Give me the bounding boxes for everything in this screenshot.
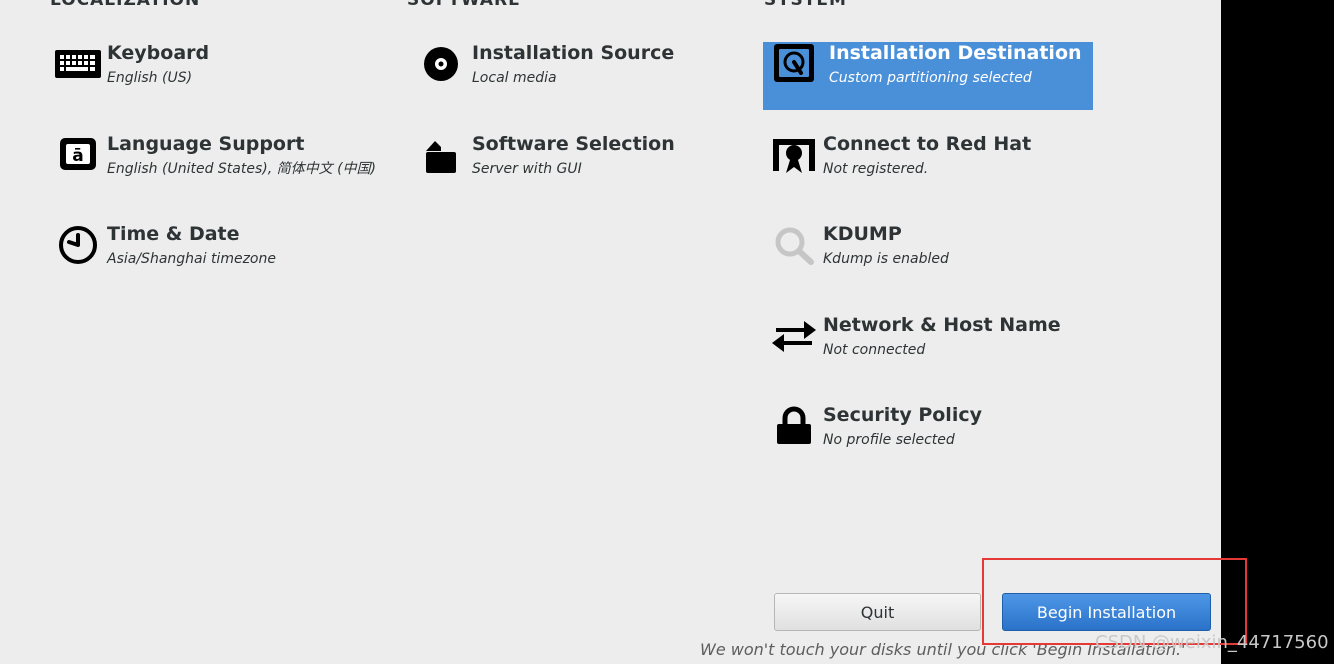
package-icon [418, 135, 468, 175]
spoke-title: Time & Date [107, 223, 240, 245]
spoke-title: Network & Host Name [823, 314, 1061, 336]
spoke-status: Local media [472, 70, 557, 86]
spoke-security-policy[interactable]: Security Policy No profile selected [769, 404, 1099, 472]
spoke-software-selection[interactable]: Software Selection Server with GUI [418, 133, 748, 201]
spoke-installation-destination[interactable]: Installation Destination Custom partitio… [774, 42, 1105, 110]
redhat-icon [769, 135, 819, 175]
spoke-status: English (United States), 简体中文 (中国) [107, 161, 377, 177]
spoke-status: Not registered. [823, 161, 929, 177]
spoke-network-host-name[interactable]: Network & Host Name Not connected [769, 314, 1099, 382]
spoke-title: Connect to Red Hat [823, 133, 1032, 155]
section-title-software: SOFTWARE [407, 0, 521, 10]
harddisk-icon [769, 44, 819, 84]
network-arrows-icon [769, 316, 819, 356]
spoke-installation-source[interactable]: Installation Source Local media [418, 42, 748, 110]
language-icon: ā [53, 135, 103, 175]
spoke-status: Kdump is enabled [823, 251, 949, 267]
svg-text:ā: ā [72, 146, 83, 166]
spoke-time-date[interactable]: Time & Date Asia/Shanghai timezone [53, 223, 383, 291]
spoke-keyboard[interactable]: Keyboard English (US) [53, 42, 383, 110]
keyboard-icon [53, 44, 103, 84]
spoke-status: No profile selected [823, 432, 955, 448]
section-title-system: SYSTEM [764, 0, 847, 10]
spoke-status: Custom partitioning selected [829, 70, 1032, 86]
section-title-localization: LOCALIZATION [50, 0, 201, 10]
spoke-connect-red-hat[interactable]: Connect to Red Hat Not registered. [769, 133, 1099, 201]
spoke-title: KDUMP [823, 223, 902, 245]
spoke-title: Installation Destination [829, 42, 1082, 64]
quit-button[interactable]: Quit [774, 593, 981, 631]
spoke-title: Software Selection [472, 133, 675, 155]
disc-icon [418, 44, 468, 84]
clock-icon [53, 225, 103, 265]
spoke-status: English (US) [107, 70, 193, 86]
spoke-status: Asia/Shanghai timezone [107, 251, 276, 267]
spoke-title: Language Support [107, 133, 305, 155]
spoke-title: Installation Source [472, 42, 675, 64]
spoke-title: Security Policy [823, 404, 982, 426]
spoke-title: Keyboard [107, 42, 210, 64]
spoke-status: Server with GUI [472, 161, 582, 177]
spoke-language-support[interactable]: ā Language Support English (United State… [53, 133, 383, 201]
spoke-status: Not connected [823, 342, 926, 358]
watermark: CSDN @weixin_44717560 [1095, 632, 1329, 653]
magnifier-icon [769, 225, 819, 265]
lock-icon [769, 406, 819, 446]
spoke-kdump[interactable]: KDUMP Kdump is enabled [769, 223, 1099, 291]
